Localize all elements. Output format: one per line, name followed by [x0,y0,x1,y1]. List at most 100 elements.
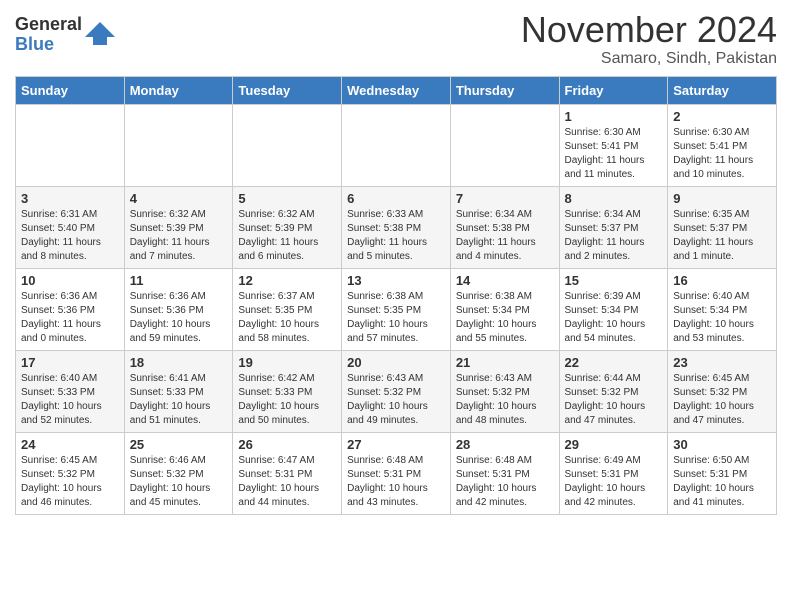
day-number: 16 [673,273,771,288]
calendar-header: SundayMondayTuesdayWednesdayThursdayFrid… [16,76,777,104]
day-info: Sunrise: 6:30 AM Sunset: 5:41 PM Dayligh… [673,126,771,182]
day-info: Sunrise: 6:36 AM Sunset: 5:36 PM Dayligh… [21,290,119,346]
day-number: 9 [673,191,771,206]
day-info: Sunrise: 6:40 AM Sunset: 5:33 PM Dayligh… [21,372,119,428]
day-info: Sunrise: 6:46 AM Sunset: 5:32 PM Dayligh… [130,454,228,510]
day-info: Sunrise: 6:36 AM Sunset: 5:36 PM Dayligh… [130,290,228,346]
week-row-5: 24 Sunrise: 6:45 AM Sunset: 5:32 PM Dayli… [16,432,777,514]
logo: General Blue [15,15,115,55]
day-number: 2 [673,109,771,124]
day-info: Sunrise: 6:42 AM Sunset: 5:33 PM Dayligh… [238,372,336,428]
day-cell: 3 Sunrise: 6:31 AM Sunset: 5:40 PM Daylig… [16,186,125,268]
day-cell [450,104,559,186]
day-cell [233,104,342,186]
day-info: Sunrise: 6:33 AM Sunset: 5:38 PM Dayligh… [347,208,445,264]
day-cell: 10 Sunrise: 6:36 AM Sunset: 5:36 PM Dayli… [16,268,125,350]
day-number: 23 [673,355,771,370]
header-cell-saturday: Saturday [668,76,777,104]
day-cell: 8 Sunrise: 6:34 AM Sunset: 5:37 PM Daylig… [559,186,668,268]
day-number: 15 [565,273,663,288]
day-cell [124,104,233,186]
day-info: Sunrise: 6:45 AM Sunset: 5:32 PM Dayligh… [21,454,119,510]
day-info: Sunrise: 6:50 AM Sunset: 5:31 PM Dayligh… [673,454,771,510]
day-cell: 11 Sunrise: 6:36 AM Sunset: 5:36 PM Dayli… [124,268,233,350]
day-info: Sunrise: 6:43 AM Sunset: 5:32 PM Dayligh… [347,372,445,428]
day-cell: 19 Sunrise: 6:42 AM Sunset: 5:33 PM Dayli… [233,350,342,432]
day-info: Sunrise: 6:34 AM Sunset: 5:38 PM Dayligh… [456,208,554,264]
logo-blue: Blue [15,35,82,55]
day-info: Sunrise: 6:38 AM Sunset: 5:35 PM Dayligh… [347,290,445,346]
calendar-table: SundayMondayTuesdayWednesdayThursdayFrid… [15,76,777,515]
day-number: 7 [456,191,554,206]
day-number: 1 [565,109,663,124]
day-number: 3 [21,191,119,206]
day-number: 28 [456,437,554,452]
day-number: 4 [130,191,228,206]
day-info: Sunrise: 6:34 AM Sunset: 5:37 PM Dayligh… [565,208,663,264]
day-number: 21 [456,355,554,370]
day-cell: 15Sunrise: 6:39 AM Sunset: 5:34 PM Dayli… [559,268,668,350]
day-info: Sunrise: 6:32 AM Sunset: 5:39 PM Dayligh… [238,208,336,264]
day-cell: 16 Sunrise: 6:40 AM Sunset: 5:34 PM Dayli… [668,268,777,350]
month-title: November 2024 [521,10,777,50]
day-info: Sunrise: 6:40 AM Sunset: 5:34 PM Dayligh… [673,290,771,346]
location-subtitle: Samaro, Sindh, Pakistan [521,50,777,68]
day-number: 30 [673,437,771,452]
day-cell: 22 Sunrise: 6:44 AM Sunset: 5:32 PM Dayli… [559,350,668,432]
day-cell [16,104,125,186]
day-number: 29 [565,437,663,452]
day-number: 20 [347,355,445,370]
header-cell-sunday: Sunday [16,76,125,104]
day-cell: 23 Sunrise: 6:45 AM Sunset: 5:32 PM Dayli… [668,350,777,432]
day-cell: 24 Sunrise: 6:45 AM Sunset: 5:32 PM Dayli… [16,432,125,514]
day-info: Sunrise: 6:43 AM Sunset: 5:32 PM Dayligh… [456,372,554,428]
day-number: 5 [238,191,336,206]
logo-general: General [15,15,82,35]
day-info: Sunrise: 6:49 AM Sunset: 5:31 PM Dayligh… [565,454,663,510]
day-cell: 18 Sunrise: 6:41 AM Sunset: 5:33 PM Dayli… [124,350,233,432]
day-cell: 26 Sunrise: 6:47 AM Sunset: 5:31 PM Dayli… [233,432,342,514]
day-number: 19 [238,355,336,370]
day-number: 27 [347,437,445,452]
week-row-2: 3 Sunrise: 6:31 AM Sunset: 5:40 PM Daylig… [16,186,777,268]
header-cell-thursday: Thursday [450,76,559,104]
calendar-body: 1 Sunrise: 6:30 AM Sunset: 5:41 PM Daylig… [16,104,777,514]
week-row-4: 17 Sunrise: 6:40 AM Sunset: 5:33 PM Dayli… [16,350,777,432]
day-number: 25 [130,437,228,452]
day-number: 8 [565,191,663,206]
day-cell: 30 Sunrise: 6:50 AM Sunset: 5:31 PM Dayli… [668,432,777,514]
day-number: 22 [565,355,663,370]
day-info: Sunrise: 6:47 AM Sunset: 5:31 PM Dayligh… [238,454,336,510]
day-cell: 20 Sunrise: 6:43 AM Sunset: 5:32 PM Dayli… [342,350,451,432]
day-cell: 29 Sunrise: 6:49 AM Sunset: 5:31 PM Dayli… [559,432,668,514]
day-cell: 17 Sunrise: 6:40 AM Sunset: 5:33 PM Dayli… [16,350,125,432]
day-number: 17 [21,355,119,370]
day-info: Sunrise: 6:44 AM Sunset: 5:32 PM Dayligh… [565,372,663,428]
day-number: 26 [238,437,336,452]
day-cell: 12Sunrise: 6:37 AM Sunset: 5:35 PM Dayli… [233,268,342,350]
day-cell: 4Sunrise: 6:32 AM Sunset: 5:39 PM Daylig… [124,186,233,268]
title-section: November 2024 Samaro, Sindh, Pakistan [521,10,777,68]
header: General Blue November 2024 Samaro, Sindh… [15,10,777,68]
week-row-3: 10 Sunrise: 6:36 AM Sunset: 5:36 PM Dayli… [16,268,777,350]
day-number: 12 [238,273,336,288]
header-cell-wednesday: Wednesday [342,76,451,104]
day-info: Sunrise: 6:41 AM Sunset: 5:33 PM Dayligh… [130,372,228,428]
day-info: Sunrise: 6:31 AM Sunset: 5:40 PM Dayligh… [21,208,119,264]
day-cell: 28Sunrise: 6:48 AM Sunset: 5:31 PM Dayli… [450,432,559,514]
day-number: 18 [130,355,228,370]
day-number: 11 [130,273,228,288]
day-cell [342,104,451,186]
day-number: 24 [21,437,119,452]
day-info: Sunrise: 6:45 AM Sunset: 5:32 PM Dayligh… [673,372,771,428]
day-info: Sunrise: 6:30 AM Sunset: 5:41 PM Dayligh… [565,126,663,182]
day-info: Sunrise: 6:38 AM Sunset: 5:34 PM Dayligh… [456,290,554,346]
day-number: 10 [21,273,119,288]
day-cell: 7 Sunrise: 6:34 AM Sunset: 5:38 PM Daylig… [450,186,559,268]
day-cell: 14Sunrise: 6:38 AM Sunset: 5:34 PM Dayli… [450,268,559,350]
day-number: 13 [347,273,445,288]
day-cell: 21 Sunrise: 6:43 AM Sunset: 5:32 PM Dayli… [450,350,559,432]
week-row-1: 1 Sunrise: 6:30 AM Sunset: 5:41 PM Daylig… [16,104,777,186]
day-cell: 27Sunrise: 6:48 AM Sunset: 5:31 PM Dayli… [342,432,451,514]
day-cell: 6Sunrise: 6:33 AM Sunset: 5:38 PM Daylig… [342,186,451,268]
